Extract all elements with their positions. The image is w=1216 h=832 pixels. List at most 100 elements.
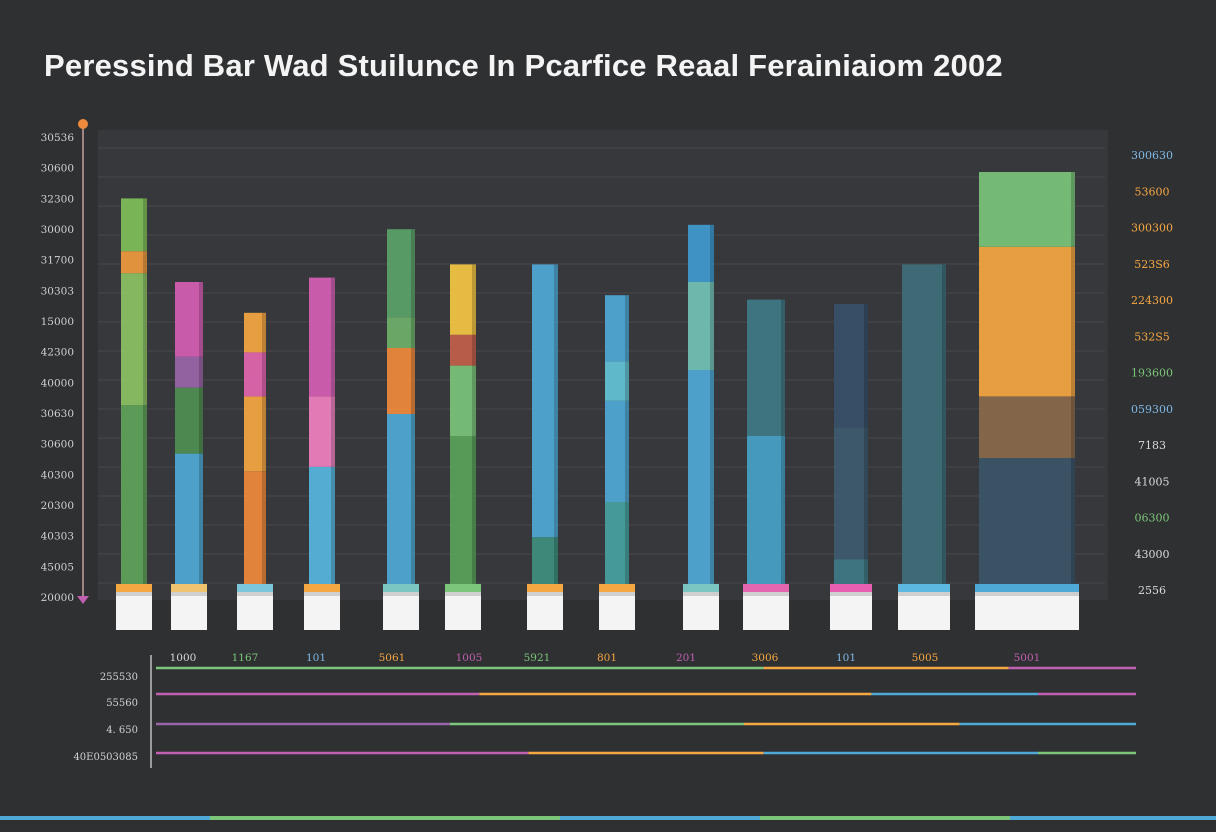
bar-group bbox=[975, 172, 1079, 630]
bar-segment bbox=[387, 414, 415, 590]
bar-pedestal bbox=[445, 592, 481, 630]
category-label: 5001 bbox=[1014, 652, 1041, 664]
category-label: 5921 bbox=[524, 652, 551, 664]
bar-segment bbox=[979, 396, 1075, 458]
bar-pedestal bbox=[383, 592, 419, 630]
bar-pedestal bbox=[171, 592, 207, 630]
category-label: 5061 bbox=[379, 652, 406, 664]
bar-cap bbox=[304, 584, 340, 592]
bar-segment bbox=[902, 264, 946, 590]
left-tick-label: 32300 bbox=[41, 193, 74, 205]
right-tick-label: 224300 bbox=[1131, 294, 1173, 307]
bar-segment bbox=[979, 172, 1075, 247]
right-tick-label: 523S6 bbox=[1134, 258, 1170, 271]
left-tick-label: 15000 bbox=[41, 316, 74, 328]
right-tick-label: 7183 bbox=[1138, 439, 1166, 452]
footer-strip-segment bbox=[0, 816, 210, 820]
left-tick-label: 30600 bbox=[41, 163, 74, 175]
footer-strip-segment bbox=[1010, 816, 1216, 820]
left-tick-label: 40000 bbox=[41, 377, 74, 389]
footer-strip-segment bbox=[760, 816, 1010, 820]
bar-pedestal bbox=[237, 592, 273, 630]
lower-tick-label: 55560 bbox=[106, 698, 138, 709]
footer-strip-segment bbox=[210, 816, 560, 820]
bar-pedestal bbox=[116, 592, 152, 630]
bar-side-shade bbox=[554, 264, 558, 590]
bar-pedestal bbox=[599, 592, 635, 630]
bar-pedestal-edge bbox=[116, 592, 152, 596]
bar-segment bbox=[979, 458, 1075, 590]
bottom-axis: 1000 1167 101 5061 1005 5921 801 201 3006 101 5005… bbox=[170, 652, 1041, 664]
bar-side-shade bbox=[199, 282, 203, 590]
bar-side-shade bbox=[781, 299, 785, 590]
bar-group bbox=[683, 224, 719, 630]
right-tick-label: 300300 bbox=[1131, 222, 1173, 235]
bar-pedestal bbox=[683, 592, 719, 630]
left-axis-top-marker bbox=[78, 119, 88, 129]
bar-cap bbox=[445, 584, 481, 592]
bar-segment bbox=[175, 453, 203, 590]
right-axis: 300630 53600 300300 523S6 224300 532S5 193600 0… bbox=[1131, 149, 1173, 597]
bar-segment bbox=[747, 436, 785, 590]
bar-group bbox=[830, 304, 872, 630]
left-tick-label: 30536 bbox=[41, 132, 75, 144]
bar-side-shade bbox=[411, 229, 415, 590]
left-axis: 30536 30600 32300 30000 31700 30303 15000 42300… bbox=[41, 119, 89, 604]
bar-chart: 30536 30600 32300 30000 31700 30303 15000 42300… bbox=[0, 119, 1216, 820]
category-label: 1000 bbox=[170, 652, 197, 664]
right-tick-label: 059300 bbox=[1131, 403, 1173, 416]
bar-segment bbox=[387, 348, 415, 414]
bar-side-shade bbox=[625, 295, 629, 590]
bar-cap bbox=[975, 584, 1079, 592]
bar-segment bbox=[175, 356, 203, 388]
bar-cap bbox=[383, 584, 419, 592]
bar-pedestal-edge bbox=[975, 592, 1079, 596]
bar-side-shade bbox=[143, 198, 147, 590]
bar-group bbox=[527, 264, 563, 630]
lower-line-panel: 255530 55560 4. 650 40E0503085 bbox=[73, 655, 1136, 768]
bar-segment bbox=[979, 246, 1075, 397]
right-tick-label: 300630 bbox=[1131, 149, 1173, 162]
bar-pedestal bbox=[743, 592, 789, 630]
bar-pedestal bbox=[527, 592, 563, 630]
left-tick-label: 30600 bbox=[41, 439, 74, 451]
left-tick-label: 20300 bbox=[41, 500, 74, 512]
bar-pedestal-edge bbox=[743, 592, 789, 596]
bar-pedestal bbox=[898, 592, 950, 630]
footer-strip-segment bbox=[560, 816, 760, 820]
bar-cap bbox=[743, 584, 789, 592]
bar-group bbox=[304, 277, 340, 630]
right-tick-label: 532S5 bbox=[1134, 330, 1170, 343]
category-label: 801 bbox=[597, 652, 617, 664]
bar-group bbox=[116, 198, 152, 630]
bar-group bbox=[171, 282, 207, 630]
bar-segment bbox=[747, 299, 785, 436]
right-tick-label: 06300 bbox=[1135, 512, 1170, 525]
category-label: 101 bbox=[836, 652, 856, 664]
bar-group bbox=[898, 264, 950, 630]
bar-segment bbox=[834, 427, 868, 560]
bar-pedestal bbox=[304, 592, 340, 630]
bar-segment bbox=[175, 387, 203, 454]
bar-cap bbox=[830, 584, 872, 592]
bar-side-shade bbox=[864, 304, 868, 590]
bar-side-shade bbox=[331, 277, 335, 590]
bar-pedestal-edge bbox=[171, 592, 207, 596]
bar-cap bbox=[171, 584, 207, 592]
bar-cap bbox=[898, 584, 950, 592]
footer-strip bbox=[0, 816, 1216, 820]
lower-tick-label: 255530 bbox=[100, 672, 138, 683]
category-label: 3006 bbox=[752, 652, 779, 664]
left-tick-label: 45005 bbox=[41, 561, 74, 573]
bar-cap bbox=[116, 584, 152, 592]
left-tick-label: 31700 bbox=[41, 255, 74, 267]
bar-segment bbox=[175, 282, 203, 357]
left-tick-label: 40303 bbox=[41, 531, 74, 543]
bar-pedestal-edge bbox=[527, 592, 563, 596]
left-tick-label: 42300 bbox=[41, 347, 74, 359]
right-tick-label: 53600 bbox=[1135, 185, 1170, 198]
right-tick-label: 41005 bbox=[1135, 475, 1170, 488]
left-tick-label: 30303 bbox=[41, 285, 74, 297]
bar-side-shade bbox=[1071, 172, 1075, 590]
left-axis-arrow bbox=[77, 596, 89, 604]
